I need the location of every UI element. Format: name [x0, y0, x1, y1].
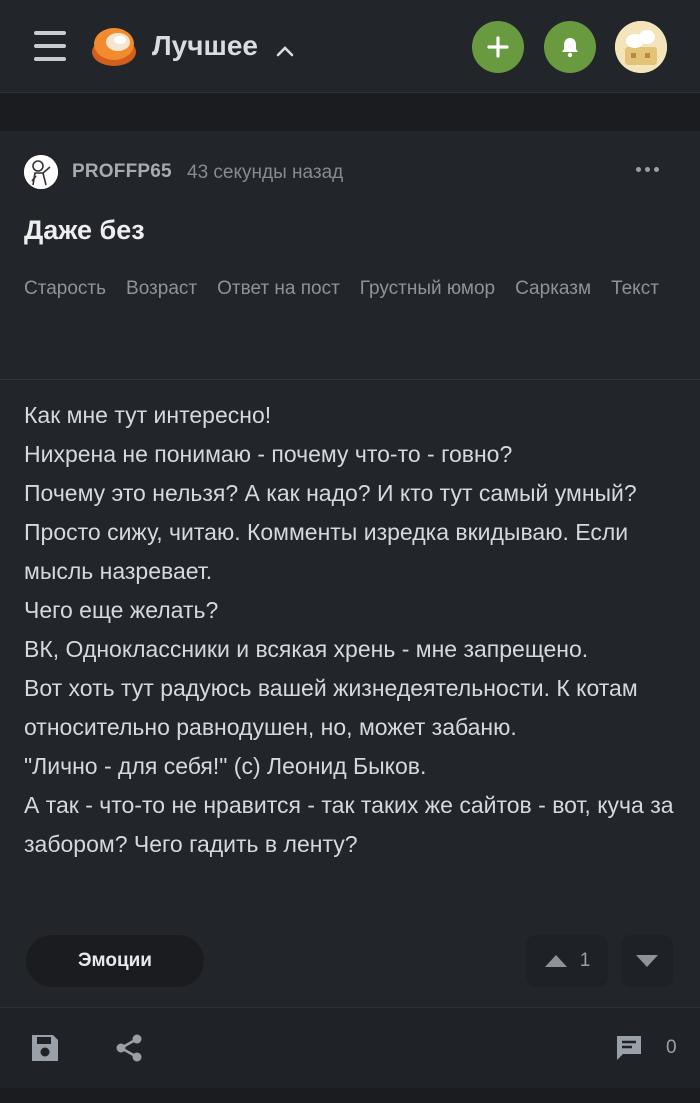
rating-count: 1 — [579, 950, 591, 971]
post-card: PROFFP65 43 секунды назад Даже без Старо… — [0, 131, 700, 1007]
share-icon[interactable] — [114, 1033, 144, 1063]
tag-grustnyi-yumor[interactable]: Грустный юмор — [360, 273, 495, 325]
feed-spacer-bottom — [0, 1088, 700, 1103]
post-footer: 0 — [0, 1007, 700, 1088]
pikabu-logo[interactable] — [90, 24, 138, 68]
emotions-button[interactable]: Эмоции — [26, 935, 204, 987]
arrow-down-icon — [636, 955, 658, 967]
save-icon[interactable] — [30, 1033, 60, 1063]
user-avatar[interactable] — [615, 21, 667, 73]
post-tags: Старость Возраст Ответ на пост Грустный юмо… — [24, 273, 684, 325]
notifications-button[interactable] — [544, 21, 596, 73]
body-line: ВК, Одноклассники и всякая хрень - мне з… — [24, 636, 589, 662]
body-line: Вот хоть тут радуюсь вашей жизнедеятельн… — [24, 675, 638, 740]
comments-button[interactable]: 0 — [614, 1032, 677, 1064]
upvote-button[interactable]: 1 — [526, 935, 608, 987]
arrow-up-icon — [544, 955, 567, 967]
more-options-icon[interactable] — [634, 159, 674, 183]
body-line: Чего еще желать? — [24, 597, 219, 623]
author-name[interactable]: PROFFP65 — [72, 161, 172, 183]
add-post-button[interactable] — [472, 21, 524, 73]
comment-icon — [617, 1036, 641, 1060]
tag-sarkazm[interactable]: Сарказм — [515, 273, 591, 325]
tag-tekst[interactable]: Текст — [611, 273, 659, 325]
body-line: Почему это нельзя? А как надо? И кто тут… — [24, 480, 637, 506]
plus-icon — [487, 36, 509, 58]
tag-starost[interactable]: Старость — [24, 273, 106, 325]
post-body: Как мне тут интересно! Нихрена не понима… — [24, 396, 684, 864]
comments-count: 0 — [666, 1037, 677, 1058]
post-title[interactable]: Даже без — [24, 215, 145, 246]
chevron-up-icon — [276, 30, 294, 66]
body-line: Как мне тут интересно! — [24, 402, 272, 428]
feed-title: Лучшее — [152, 30, 258, 61]
author-avatar[interactable] — [24, 155, 58, 189]
downvote-button[interactable] — [621, 935, 673, 987]
bell-icon — [562, 38, 578, 58]
body-line: "Лично - для себя!" (с) Леонид Быков. — [24, 753, 427, 779]
body-line: Просто сижу, читаю. Комменты изредка вки… — [24, 519, 629, 584]
post-time: 43 секунды назад — [187, 162, 344, 183]
emotions-label: Эмоции — [78, 950, 152, 971]
post-header: PROFFP65 43 секунды назад — [24, 153, 674, 191]
top-bar: Лучшее — [0, 0, 700, 93]
menu-icon[interactable] — [34, 31, 66, 61]
tag-otvet-na-post[interactable]: Ответ на пост — [217, 273, 340, 325]
feed-selector[interactable]: Лучшее — [152, 28, 294, 64]
tag-vozrast[interactable]: Возраст — [126, 273, 197, 325]
body-line: А так - что-то не нравится - так таких ж… — [24, 792, 674, 857]
feed-spacer — [0, 93, 700, 131]
body-line: Нихрена не понимаю - почему что-то - гов… — [24, 441, 513, 467]
divider — [0, 379, 700, 380]
